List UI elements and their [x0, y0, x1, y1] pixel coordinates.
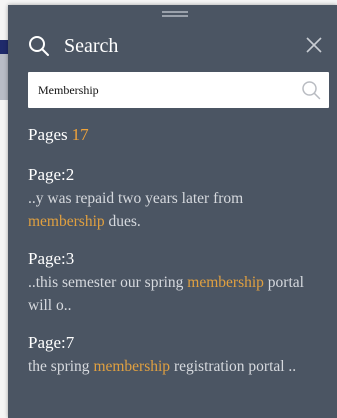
snippet-text: ..this semester our spring	[28, 274, 188, 291]
result-snippet: ..this semester our spring membership po…	[28, 271, 323, 317]
search-submit-icon[interactable]	[301, 80, 321, 100]
snippet-text: registration portal ..	[170, 358, 297, 375]
result-item[interactable]: Page:7 the spring membership registratio…	[28, 331, 323, 378]
result-page-label: Page:2	[28, 165, 75, 184]
snippet-highlight: membership	[187, 274, 264, 291]
pages-count: Pages 17	[28, 125, 89, 145]
pages-count-value: 17	[71, 125, 89, 144]
drag-handle-icon[interactable]	[162, 11, 188, 18]
snippet-text: dues.	[104, 213, 141, 230]
result-snippet: the spring membership registration porta…	[28, 355, 323, 378]
panel-title: Search	[64, 34, 119, 57]
pages-label: Pages	[28, 125, 68, 144]
snippet-highlight: membership	[93, 358, 171, 375]
snippet-text: the spring	[28, 358, 94, 375]
snippet-highlight: membership	[28, 213, 105, 230]
close-icon[interactable]	[305, 36, 323, 54]
search-panel: Search Pages17 Page:2 ..y was repaid two…	[8, 5, 337, 418]
result-page-label: Page:7	[28, 333, 75, 352]
search-icon	[29, 36, 49, 56]
result-item[interactable]: Page:2 ..y was repaid two years later fr…	[28, 163, 323, 233]
result-snippet: ..y was repaid two years later from memb…	[28, 187, 323, 233]
snippet-text: ..y was repaid two years later from	[28, 190, 244, 207]
result-page-label: Page:3	[28, 249, 75, 268]
results-list: Page:2 ..y was repaid two years later fr…	[28, 163, 323, 392]
result-item[interactable]: Page:3 ..this semester our spring member…	[28, 247, 323, 317]
search-input[interactable]	[38, 72, 288, 108]
search-header: Search	[28, 33, 323, 59]
search-box	[28, 72, 329, 108]
